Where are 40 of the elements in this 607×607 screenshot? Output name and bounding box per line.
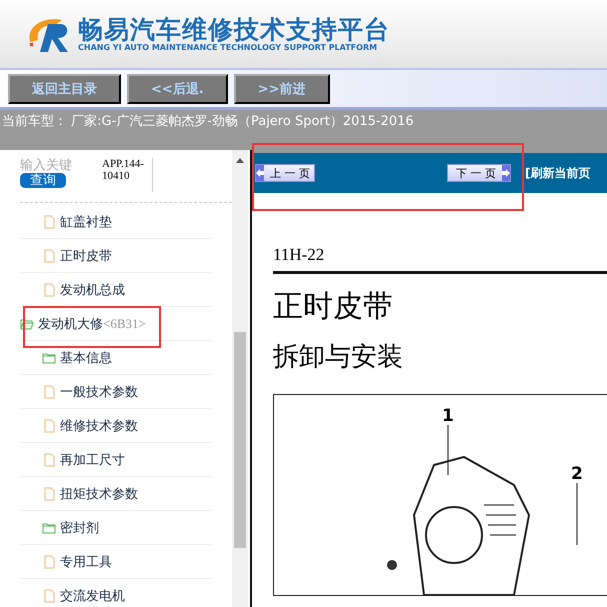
tree-item[interactable]: 发动机大修<6B31> — [20, 307, 212, 341]
tree-item[interactable]: 扭矩技术参数 — [20, 477, 212, 511]
document-icon — [42, 452, 56, 466]
tree-item[interactable]: 一般技术参数 — [20, 375, 212, 409]
document-subtitle: 拆卸与安装 — [273, 341, 404, 373]
document-icon — [42, 554, 56, 568]
callout-number: 1 — [442, 406, 454, 426]
scroll-thumb[interactable] — [234, 332, 246, 548]
next-page-button[interactable]: 下 一 页 — [447, 164, 511, 182]
current-vehicle: 当前车型： 厂家:G-广汽三菱帕杰罗-劲畅（Pajero Sport）2015-2016 — [2, 114, 414, 129]
leader-line — [576, 482, 578, 546]
document-title: 正时皮带 — [273, 289, 394, 325]
document-icon — [42, 384, 56, 398]
tree-item[interactable]: 交流发电机 — [20, 579, 212, 607]
tree-item[interactable]: 正时皮带 — [20, 239, 212, 273]
scrollbar[interactable] — [232, 150, 248, 607]
search-button[interactable]: 查询 — [20, 173, 66, 188]
tree-item[interactable]: 密封剂 — [20, 511, 212, 545]
site-subtitle: CHANG YI AUTO MAINTENANCE TECHNOLOGY SUPPORT PLATFORM — [78, 43, 378, 52]
right-arrow-icon — [502, 169, 510, 177]
tree-item[interactable]: 维修技术参数 — [20, 409, 212, 443]
scroll-up-icon[interactable] — [236, 158, 244, 163]
document-icon — [42, 588, 56, 602]
document-icon — [42, 486, 56, 500]
document-icon — [42, 214, 56, 228]
document-icon — [42, 282, 56, 296]
tree-item[interactable]: 再加工尺寸 — [20, 443, 212, 477]
document-icon — [42, 418, 56, 432]
code-label: APP.144-10410 — [102, 158, 153, 192]
site-title: 畅易汽车维修技术支持平台 — [78, 16, 390, 44]
previous-page-button[interactable]: 上 一 页 — [255, 164, 315, 182]
document-icon — [42, 248, 56, 262]
refresh-link[interactable]: [刷新当前页 — [525, 164, 590, 182]
tree-item[interactable]: 缸盖衬垫 — [20, 205, 212, 239]
tree-item[interactable]: 发动机总成 — [20, 273, 212, 307]
tree-item[interactable]: 专用工具 — [20, 545, 212, 579]
callout-number: 2 — [571, 464, 583, 484]
page-number: 11H-22 — [273, 245, 607, 274]
tree-item[interactable]: 基本信息 — [20, 341, 212, 375]
left-arrow-icon — [256, 169, 264, 177]
